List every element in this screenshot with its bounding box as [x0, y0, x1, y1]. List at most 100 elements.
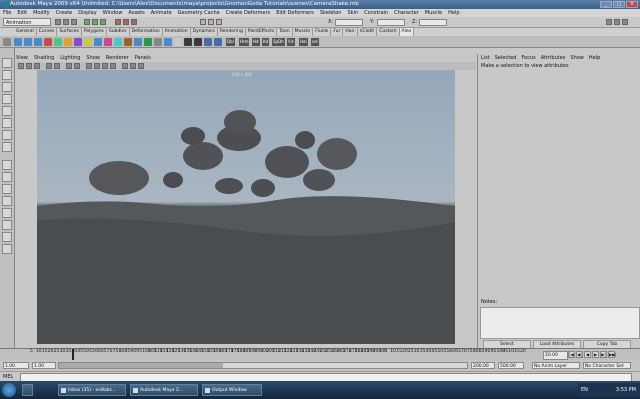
menu-item[interactable]: Constrain — [364, 9, 388, 17]
close-button[interactable]: × — [626, 1, 638, 8]
play-forwards-button[interactable]: ▶ — [592, 351, 599, 358]
shelf-button-vis[interactable]: Vis — [287, 38, 295, 46]
menu-item[interactable]: Edit Deformers — [276, 9, 314, 17]
taskbar-item-output-window[interactable]: Output Window — [202, 384, 262, 396]
z-field[interactable] — [419, 19, 447, 26]
maximize-button[interactable]: □ — [613, 1, 625, 8]
shelf-tab[interactable]: Curves — [37, 28, 58, 36]
menu-item[interactable]: Window — [103, 9, 123, 17]
shadows-icon[interactable] — [122, 63, 128, 69]
shelf-button-hrm[interactable]: Hrm — [239, 38, 250, 46]
grid-toggle-icon[interactable] — [54, 63, 60, 69]
panel-menu-item[interactable]: Renderer — [106, 54, 129, 62]
shelf-button-sel[interactable]: sel — [311, 38, 319, 46]
menu-item[interactable]: Geometry Cache — [178, 9, 220, 17]
render-settings-icon[interactable] — [216, 19, 222, 25]
shelf-tab[interactable]: Toon — [277, 28, 293, 36]
attribute-menu-item[interactable]: List — [481, 54, 490, 62]
ipr-render-icon[interactable] — [208, 19, 214, 25]
shelf-tab[interactable]: Deformation — [130, 28, 163, 36]
playback-start-field[interactable]: 1.00 — [32, 362, 56, 369]
shelf-tab[interactable]: Alex — [399, 28, 415, 36]
camera-icon[interactable] — [94, 38, 102, 46]
wireframe-icon[interactable] — [86, 63, 92, 69]
time-slider[interactable]: 5 10 15 20 25 30 35 40 45 50 55 60 65 70 75 80 85 90 95 100… — [0, 348, 640, 361]
select-tool-icon[interactable] — [2, 58, 12, 68]
select-component-icon[interactable] — [100, 19, 106, 25]
cluster-icon[interactable] — [144, 38, 152, 46]
curve-icon[interactable] — [44, 38, 52, 46]
new-scene-icon[interactable] — [55, 19, 61, 25]
deformer-icon[interactable] — [104, 38, 112, 46]
isolate-select-icon[interactable] — [138, 63, 144, 69]
persp-outliner-layout-icon[interactable] — [2, 184, 12, 194]
shelf-button-spdh[interactable]: SpDh — [272, 38, 285, 46]
light-icon[interactable] — [84, 38, 92, 46]
film-gate-icon[interactable] — [66, 63, 72, 69]
textured-icon[interactable] — [102, 63, 108, 69]
menu-item[interactable]: Skeleton — [320, 9, 342, 17]
four-view-layout-icon[interactable] — [2, 172, 12, 182]
torus-icon[interactable] — [64, 38, 72, 46]
attribute-menu-item[interactable]: Help — [589, 54, 600, 62]
perspective-viewport[interactable]: 640 x 480 — [37, 70, 455, 344]
animation-end-field[interactable]: 500.00 — [498, 362, 524, 369]
start-button[interactable] — [2, 383, 16, 397]
cube-icon[interactable] — [24, 38, 32, 46]
lattice-icon[interactable] — [114, 38, 122, 46]
graph-editor-icon[interactable] — [164, 38, 172, 46]
graph-layout-icon[interactable] — [2, 244, 12, 254]
anim-layer-dropdown[interactable]: No Anim Layer — [532, 362, 580, 369]
current-frame-field[interactable]: 20.00 — [543, 351, 568, 360]
menu-item[interactable]: File — [3, 9, 11, 17]
paint-select-tool-icon[interactable] — [2, 82, 12, 92]
snap-curve-icon[interactable] — [123, 19, 129, 25]
play-backwards-button[interactable]: ◀ — [584, 351, 591, 358]
taskbar-item-inbox[interactable]: Inbox (35) - en8abc... — [58, 384, 126, 396]
channel-box-toggle-icon[interactable] — [622, 19, 628, 25]
panel-menu-item[interactable]: Shading — [34, 54, 54, 62]
render-icon[interactable] — [200, 19, 206, 25]
render-view-icon[interactable] — [194, 38, 202, 46]
menu-item[interactable]: Assets — [128, 9, 144, 17]
shelf-tab[interactable]: Subdivs — [107, 28, 130, 36]
snap-grid-icon[interactable] — [115, 19, 121, 25]
manipulator-tool-icon[interactable] — [2, 130, 12, 140]
outliner-icon[interactable] — [184, 38, 192, 46]
step-back-key-button[interactable]: ◀| — [576, 351, 583, 358]
clock[interactable]: 3:53 PM — [616, 383, 636, 397]
notes-textarea[interactable] — [480, 307, 640, 339]
last-tool-icon[interactable] — [2, 142, 12, 152]
hypershade-icon[interactable] — [174, 38, 182, 46]
shelf-tab[interactable]: Polygons — [82, 28, 107, 36]
blend-shape-icon[interactable] — [204, 38, 212, 46]
scale-tool-icon[interactable] — [2, 118, 12, 128]
menu-item[interactable]: Skin — [347, 9, 358, 17]
playback-end-field[interactable]: 200.00 — [471, 362, 495, 369]
go-to-start-button[interactable]: |◀ — [568, 351, 575, 358]
select-object-icon[interactable] — [92, 19, 98, 25]
panel-menu-item[interactable]: Panels — [135, 54, 151, 62]
single-view-layout-icon[interactable] — [2, 160, 12, 170]
shelf-tab[interactable]: Dynamics — [191, 28, 218, 36]
attribute-menu-item[interactable]: Focus — [521, 54, 535, 62]
shelf-button-dbl[interactable]: Dbl — [226, 38, 235, 46]
shelf-tab[interactable]: nCloth — [358, 28, 378, 36]
character-set-dropdown[interactable]: No Character Set — [583, 362, 631, 369]
taskbar-item-maya[interactable]: Autodesk Maya 2... — [130, 384, 198, 396]
shelf-tab[interactable]: Rendering — [218, 28, 246, 36]
resolution-gate-icon[interactable] — [74, 63, 80, 69]
shelf-tab[interactable]: Custom — [377, 28, 400, 36]
menu-set-dropdown[interactable]: Animation — [3, 18, 51, 26]
animation-start-field[interactable]: 1.00 — [3, 362, 29, 369]
open-scene-icon[interactable] — [63, 19, 69, 25]
image-plane-icon[interactable] — [46, 63, 52, 69]
shelf-tab[interactable]: PaintEffects — [246, 28, 278, 36]
attribute-menu-item[interactable]: Attributes — [541, 54, 566, 62]
wrap-icon[interactable] — [214, 38, 222, 46]
hypershade-layout-icon[interactable] — [2, 208, 12, 218]
range-slider-handle[interactable] — [59, 363, 223, 368]
sphere-icon[interactable] — [14, 38, 22, 46]
step-forward-key-button[interactable]: ▶| — [600, 351, 607, 358]
panel-menu-item[interactable]: Show — [86, 54, 100, 62]
